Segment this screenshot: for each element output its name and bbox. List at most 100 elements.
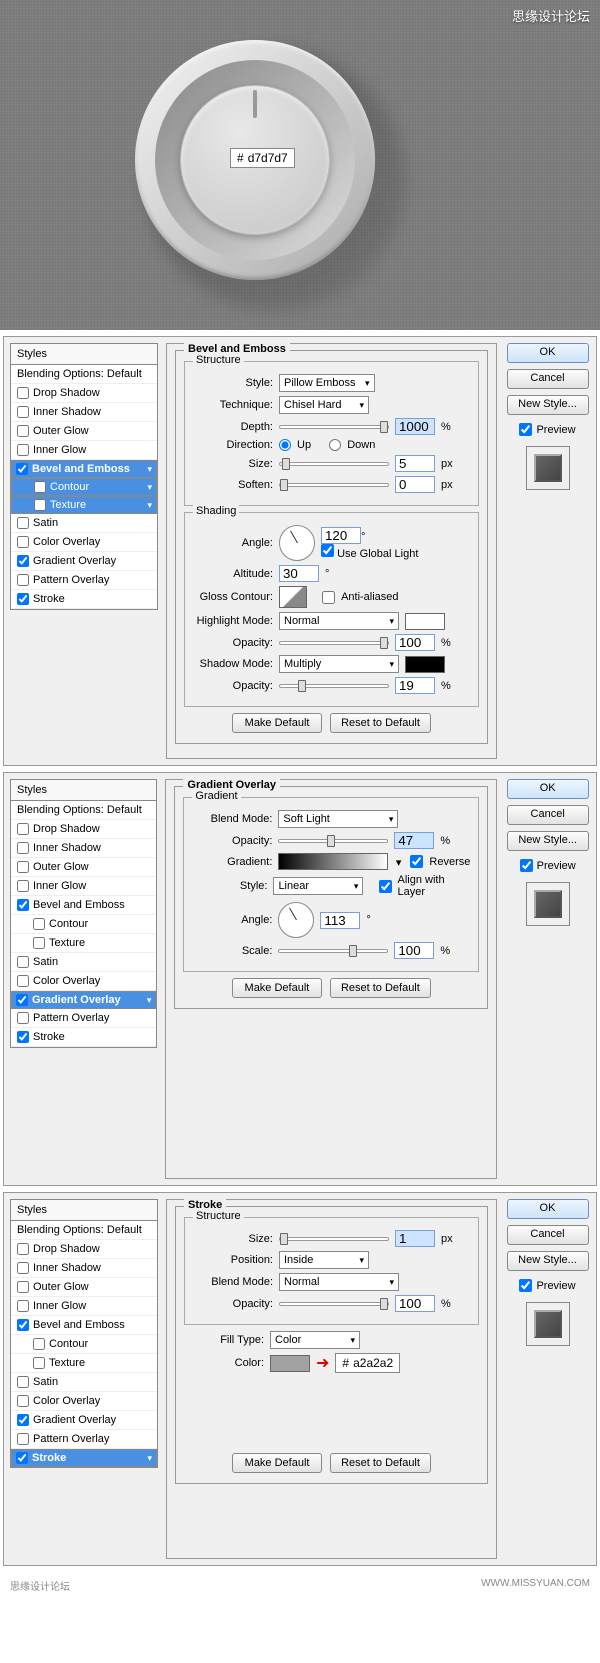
style-item[interactable]: Outer Glow <box>11 858 156 877</box>
align-layer-checkbox[interactable] <box>379 880 392 893</box>
style-item[interactable]: Texture <box>11 934 156 953</box>
style-item[interactable]: Color Overlay <box>11 1392 157 1411</box>
size-input[interactable] <box>395 455 435 472</box>
style-item-gradient[interactable]: Gradient Overlay <box>11 991 156 1009</box>
new-style-button[interactable]: New Style... <box>507 831 589 851</box>
angle-dial[interactable] <box>278 902 314 938</box>
scale-slider[interactable] <box>278 949 388 953</box>
style-item[interactable]: Inner Shadow <box>11 403 157 422</box>
highlight-color-swatch[interactable] <box>405 613 445 630</box>
blending-options[interactable]: Blending Options: Default <box>11 1221 157 1240</box>
style-item[interactable]: Bevel and Emboss <box>11 896 156 915</box>
angle-input[interactable] <box>321 527 361 544</box>
style-item[interactable]: Inner Shadow <box>11 1259 157 1278</box>
shadow-color-swatch[interactable] <box>405 656 445 673</box>
new-style-button[interactable]: New Style... <box>507 1251 589 1271</box>
technique-select[interactable]: Chisel Hard <box>279 396 369 414</box>
direction-up[interactable] <box>279 439 291 451</box>
highlight-opacity-input[interactable] <box>395 634 435 651</box>
style-item[interactable]: Color Overlay <box>11 972 156 991</box>
style-item[interactable]: Color Overlay <box>11 533 157 552</box>
blend-mode-select[interactable]: Normal <box>279 1273 399 1291</box>
style-item[interactable]: Outer Glow <box>11 1278 157 1297</box>
ok-button[interactable]: OK <box>507 1199 589 1219</box>
size-slider[interactable] <box>279 1237 389 1241</box>
angle-dial[interactable] <box>279 525 315 561</box>
blend-mode-select[interactable]: Soft Light <box>278 810 398 828</box>
style-select[interactable]: Pillow Emboss <box>279 374 375 392</box>
style-item[interactable]: Inner Glow <box>11 877 156 896</box>
angle-input[interactable] <box>320 912 360 929</box>
size-input[interactable] <box>395 1230 435 1247</box>
style-item[interactable]: Gradient Overlay <box>11 1411 157 1430</box>
soften-slider[interactable] <box>279 483 389 487</box>
style-item[interactable]: Texture <box>11 1354 157 1373</box>
scale-input[interactable] <box>394 942 434 959</box>
reset-default-button[interactable]: Reset to Default <box>330 1453 431 1473</box>
anti-aliased-checkbox[interactable] <box>322 591 335 604</box>
style-item[interactable]: Inner Glow <box>11 1297 157 1316</box>
reset-default-button[interactable]: Reset to Default <box>330 713 431 733</box>
global-light-checkbox[interactable] <box>321 544 334 557</box>
cancel-button[interactable]: Cancel <box>507 369 589 389</box>
depth-input[interactable] <box>395 418 435 435</box>
make-default-button[interactable]: Make Default <box>232 713 322 733</box>
style-item[interactable]: Satin <box>11 953 156 972</box>
shadow-mode-select[interactable]: Multiply <box>279 655 399 673</box>
shadow-opacity-input[interactable] <box>395 677 435 694</box>
depth-slider[interactable] <box>279 425 389 429</box>
style-item-texture[interactable]: Texture <box>11 496 157 514</box>
style-item[interactable]: Satin <box>11 1373 157 1392</box>
style-item[interactable]: Drop Shadow <box>11 1240 157 1259</box>
style-item[interactable]: Bevel and Emboss <box>11 1316 157 1335</box>
ok-button[interactable]: OK <box>507 343 589 363</box>
blending-options[interactable]: Blending Options: Default <box>11 801 156 820</box>
reset-default-button[interactable]: Reset to Default <box>330 978 431 998</box>
gradient-swatch[interactable] <box>278 853 388 870</box>
style-item[interactable]: Drop Shadow <box>11 384 157 403</box>
style-item[interactable]: Pattern Overlay <box>11 571 157 590</box>
opacity-input[interactable] <box>395 1295 435 1312</box>
ok-button[interactable]: OK <box>507 779 589 799</box>
hex-input-box[interactable]: #a2a2a2 <box>335 1353 400 1373</box>
gloss-contour-swatch[interactable] <box>279 586 307 608</box>
shadow-opacity-slider[interactable] <box>279 684 389 688</box>
highlight-mode-select[interactable]: Normal <box>279 612 399 630</box>
style-item[interactable]: Stroke <box>11 590 157 609</box>
size-slider[interactable] <box>279 462 389 466</box>
style-item[interactable]: Gradient Overlay <box>11 552 157 571</box>
reverse-checkbox[interactable] <box>410 855 423 868</box>
opacity-slider[interactable] <box>279 1302 389 1306</box>
direction-down[interactable] <box>329 439 341 451</box>
make-default-button[interactable]: Make Default <box>232 978 322 998</box>
style-item-contour[interactable]: Contour <box>11 478 157 496</box>
fill-type-select[interactable]: Color <box>270 1331 360 1349</box>
opacity-slider[interactable] <box>278 839 388 843</box>
preview-checkbox[interactable] <box>519 1279 532 1292</box>
opacity-input[interactable] <box>394 832 434 849</box>
cancel-button[interactable]: Cancel <box>507 1225 589 1245</box>
position-select[interactable]: Inside <box>279 1251 369 1269</box>
preview-checkbox[interactable] <box>520 859 533 872</box>
stroke-color-swatch[interactable] <box>270 1355 310 1372</box>
style-item-stroke[interactable]: Stroke <box>11 1449 157 1467</box>
style-item[interactable]: Pattern Overlay <box>11 1430 157 1449</box>
preview-checkbox[interactable] <box>519 423 532 436</box>
blending-options[interactable]: Blending Options: Default <box>11 365 157 384</box>
gradient-style-select[interactable]: Linear <box>273 877 363 895</box>
cancel-button[interactable]: Cancel <box>507 805 589 825</box>
style-item[interactable]: Stroke <box>11 1028 156 1047</box>
style-item[interactable]: Drop Shadow <box>11 820 156 839</box>
new-style-button[interactable]: New Style... <box>507 395 589 415</box>
style-item[interactable]: Inner Shadow <box>11 839 156 858</box>
style-item[interactable]: Pattern Overlay <box>11 1009 156 1028</box>
style-item[interactable]: Outer Glow <box>11 422 157 441</box>
altitude-input[interactable] <box>279 565 319 582</box>
style-item[interactable]: Satin <box>11 514 157 533</box>
style-item[interactable]: Contour <box>11 915 156 934</box>
style-item-bevel[interactable]: Bevel and Emboss <box>11 460 157 478</box>
highlight-opacity-slider[interactable] <box>279 641 389 645</box>
soften-input[interactable] <box>395 476 435 493</box>
make-default-button[interactable]: Make Default <box>232 1453 322 1473</box>
style-item[interactable]: Contour <box>11 1335 157 1354</box>
